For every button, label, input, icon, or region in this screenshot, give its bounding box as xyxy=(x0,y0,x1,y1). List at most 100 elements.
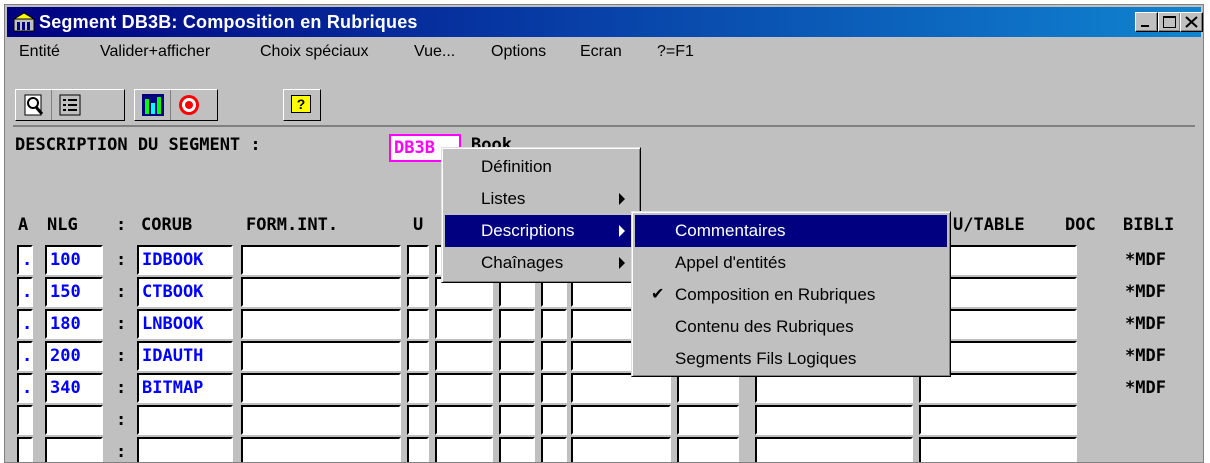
context-menu-item-definition[interactable]: Définition xyxy=(445,151,637,183)
submenu-item-composition-rubriques[interactable]: ✔ Composition en Rubriques xyxy=(635,279,947,311)
submenu-item-commentaires[interactable]: Commentaires xyxy=(635,215,947,247)
field-corub[interactable]: IDBOOK xyxy=(137,245,233,275)
field-c2[interactable] xyxy=(499,405,535,435)
descriptions-submenu: Commentaires Appel d'entités ✔ Compositi… xyxy=(631,211,951,377)
field-c6[interactable] xyxy=(755,437,913,462)
field-formint[interactable] xyxy=(241,277,401,307)
submenu-arrow-icon xyxy=(619,225,625,237)
field-c5[interactable] xyxy=(677,405,739,435)
context-menu-item-descriptions[interactable]: Descriptions xyxy=(445,215,637,247)
magnify-doc-button[interactable] xyxy=(16,90,52,120)
field-c3[interactable] xyxy=(541,341,567,371)
field-c3[interactable] xyxy=(541,309,567,339)
field-u[interactable] xyxy=(407,341,429,371)
field-corub[interactable]: IDAUTH xyxy=(137,341,233,371)
menu-help-f1[interactable]: ?=F1 xyxy=(657,43,694,61)
menu-entite[interactable]: Entité xyxy=(19,43,60,61)
field-corub[interactable]: LNBOOK xyxy=(137,309,233,339)
col-header-colon: : xyxy=(116,215,127,235)
field-nlg[interactable]: 180 xyxy=(45,309,103,339)
menu-choix-speciaux[interactable]: Choix spéciaux xyxy=(260,43,369,61)
target-button[interactable] xyxy=(171,90,207,120)
context-menu-item-listes[interactable]: Listes xyxy=(445,183,637,215)
field-nlg[interactable]: 100 xyxy=(45,245,103,275)
menu-options[interactable]: Options xyxy=(491,43,546,61)
field-formint[interactable] xyxy=(241,341,401,371)
field-c1[interactable] xyxy=(435,405,493,435)
field-nlg[interactable] xyxy=(45,437,103,462)
field-c4[interactable] xyxy=(571,373,671,403)
field-a[interactable]: . xyxy=(17,245,33,275)
field-c7[interactable] xyxy=(919,405,1077,435)
field-nlg[interactable]: 150 xyxy=(45,277,103,307)
submenu-label: Contenu des Rubriques xyxy=(675,317,854,336)
field-nlg[interactable] xyxy=(45,405,103,435)
field-nlg-value: 200 xyxy=(50,346,81,366)
field-corub-value: BITMAP xyxy=(142,378,204,398)
submenu-item-contenu-rubriques[interactable]: Contenu des Rubriques xyxy=(635,311,947,343)
field-u[interactable] xyxy=(407,373,429,403)
field-a[interactable]: . xyxy=(17,341,33,371)
field-corub[interactable]: CTBOOK xyxy=(137,277,233,307)
field-a-value: . xyxy=(22,346,33,366)
field-a[interactable]: . xyxy=(17,309,33,339)
field-c4[interactable] xyxy=(571,405,671,435)
menu-ecran[interactable]: Ecran xyxy=(580,43,622,61)
field-c1[interactable] xyxy=(435,437,493,462)
menu-bar: Entité Valider+afficher Choix spéciaux V… xyxy=(7,39,1201,69)
field-a[interactable]: . xyxy=(17,277,33,307)
field-a[interactable] xyxy=(17,437,33,462)
field-corub[interactable] xyxy=(137,437,233,462)
submenu-item-appel-entites[interactable]: Appel d'entités xyxy=(635,247,947,279)
field-u[interactable] xyxy=(407,245,429,275)
field-c1[interactable] xyxy=(435,309,493,339)
list-button[interactable] xyxy=(52,90,88,120)
field-u[interactable] xyxy=(407,309,429,339)
field-formint[interactable] xyxy=(241,245,401,275)
target-icon xyxy=(179,95,199,115)
close-button[interactable] xyxy=(1180,12,1203,32)
menu-valider-afficher[interactable]: Valider+afficher xyxy=(100,43,210,61)
field-formint[interactable] xyxy=(241,437,401,462)
field-nlg[interactable]: 200 xyxy=(45,341,103,371)
field-c7[interactable] xyxy=(919,373,1077,403)
field-c3[interactable] xyxy=(541,373,567,403)
context-menu-item-chainages[interactable]: Chaînages xyxy=(445,247,637,279)
field-formint[interactable] xyxy=(241,373,401,403)
field-c2[interactable] xyxy=(499,341,535,371)
field-c5[interactable] xyxy=(677,373,739,403)
field-c3[interactable] xyxy=(541,437,567,462)
maximize-button[interactable] xyxy=(1158,12,1181,32)
help-button[interactable]: ? xyxy=(284,90,320,120)
field-u[interactable] xyxy=(407,277,429,307)
col-header-bibli: BIBLI xyxy=(1123,215,1175,235)
context-menu-label: Descriptions xyxy=(481,221,575,240)
field-c2[interactable] xyxy=(499,309,535,339)
field-corub[interactable]: BITMAP xyxy=(137,373,233,403)
submenu-item-segments-fils[interactable]: Segments Fils Logiques xyxy=(635,343,947,375)
field-c1[interactable] xyxy=(435,341,493,371)
field-c5[interactable] xyxy=(677,437,739,462)
chart-button[interactable] xyxy=(135,90,171,120)
field-c7[interactable] xyxy=(919,437,1077,462)
field-formint[interactable] xyxy=(241,405,401,435)
field-nlg[interactable]: 340 xyxy=(45,373,103,403)
menu-vue[interactable]: Vue... xyxy=(414,43,455,61)
field-a[interactable]: . xyxy=(17,373,33,403)
field-formint[interactable] xyxy=(241,309,401,339)
field-c1[interactable] xyxy=(435,373,493,403)
minimize-button[interactable] xyxy=(1135,12,1158,32)
toolbar: ? xyxy=(7,69,1201,125)
field-c2[interactable] xyxy=(499,373,535,403)
list-icon xyxy=(59,94,81,116)
title-bar[interactable]: Segment DB3B: Composition en Rubriques xyxy=(7,7,1203,37)
field-c4[interactable] xyxy=(571,437,671,462)
field-u[interactable] xyxy=(407,405,429,435)
field-c3[interactable] xyxy=(541,405,567,435)
field-c6[interactable] xyxy=(755,373,913,403)
field-a[interactable] xyxy=(17,405,33,435)
field-corub[interactable] xyxy=(137,405,233,435)
field-u[interactable] xyxy=(407,437,429,462)
field-c6[interactable] xyxy=(755,405,913,435)
field-c2[interactable] xyxy=(499,437,535,462)
